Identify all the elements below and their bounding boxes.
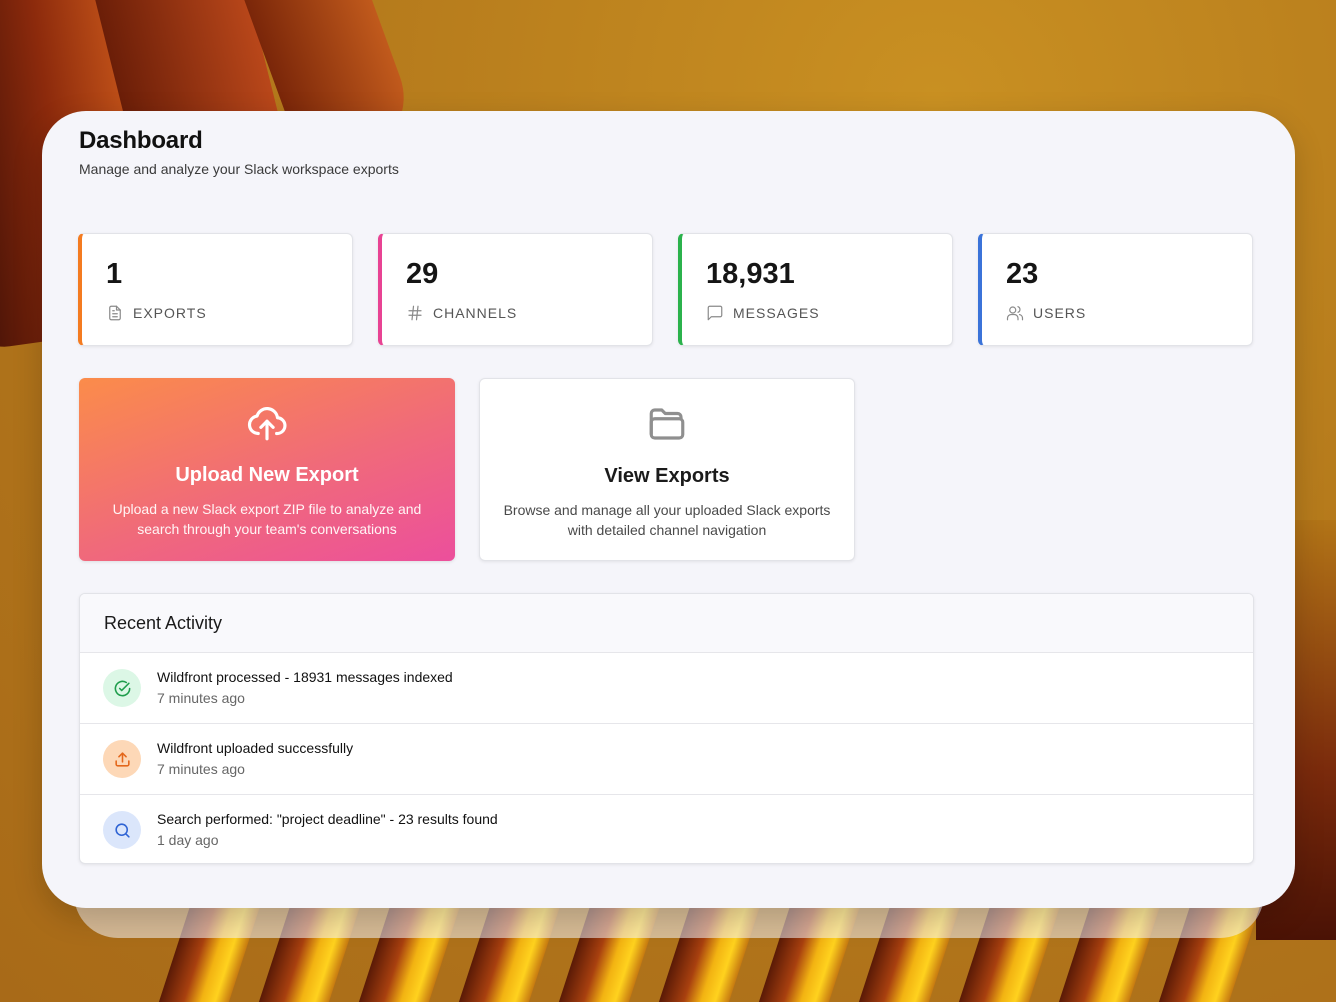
stat-label-row: CHANNELS: [406, 304, 517, 322]
hash-icon: [408, 305, 422, 321]
upload-new-export-card[interactable]: Upload New Export Upload a new Slack exp…: [79, 378, 455, 561]
activity-text: Wildfront processed - 18931 messages ind…: [157, 669, 453, 685]
activity-time: 1 day ago: [157, 832, 219, 848]
upload-card-title: Upload New Export: [175, 464, 359, 486]
activity-icon-badge: [103, 740, 141, 778]
recent-activity-panel: Recent Activity Wildfront processed - 18…: [79, 593, 1254, 864]
stat-label: EXPORTS: [133, 305, 207, 321]
upload-card-description: Upload a new Slack export ZIP file to an…: [112, 501, 422, 537]
activity-item[interactable]: Wildfront uploaded successfully 7 minute…: [80, 724, 1253, 795]
search-icon: [114, 822, 130, 838]
stat-card-messages: 18,931 MESSAGES: [678, 233, 953, 346]
view-card-description: Browse and manage all your uploaded Slac…: [503, 502, 831, 538]
activity-time: 7 minutes ago: [157, 690, 245, 706]
stat-label: USERS: [1033, 305, 1087, 321]
check-circle-icon: [114, 680, 130, 696]
activity-item[interactable]: Wildfront processed - 18931 messages ind…: [80, 653, 1253, 724]
stat-label-row: MESSAGES: [706, 304, 820, 322]
stat-label: MESSAGES: [733, 305, 820, 321]
stat-card-channels: 29 CHANNELS: [378, 233, 653, 346]
upload-icon: [114, 751, 130, 767]
activity-icon-badge: [103, 811, 141, 849]
document-icon: [109, 305, 121, 321]
stat-value: 23: [1006, 258, 1039, 290]
stat-value: 18,931: [706, 258, 795, 290]
cloud-upload-icon: [247, 407, 287, 441]
stat-label-row: EXPORTS: [106, 304, 207, 322]
recent-activity-title: Recent Activity: [104, 613, 223, 633]
stat-value: 29: [406, 258, 439, 290]
stat-label: CHANNELS: [433, 305, 518, 321]
stat-value: 1: [106, 258, 123, 290]
page-subtitle: Manage and analyze your Slack workspace …: [79, 161, 399, 177]
dashboard-window: Dashboard Manage and analyze your Slack …: [42, 111, 1295, 908]
stat-label-row: USERS: [1006, 304, 1086, 322]
recent-activity-header: Recent Activity: [80, 594, 1253, 653]
activity-item[interactable]: Search performed: "project deadline" - 2…: [80, 795, 1253, 863]
activity-text: Wildfront uploaded successfully: [157, 740, 354, 756]
view-card-title: View Exports: [604, 465, 730, 487]
chat-bubble-icon: [707, 305, 723, 321]
activity-text: Search performed: "project deadline" - 2…: [157, 811, 498, 827]
activity-time: 7 minutes ago: [157, 761, 245, 777]
activity-icon-badge: [103, 669, 141, 707]
page-title: Dashboard: [79, 127, 203, 154]
view-exports-card[interactable]: View Exports Browse and manage all your …: [479, 378, 855, 561]
stat-card-exports: 1 EXPORTS: [78, 233, 353, 346]
users-icon: [1006, 306, 1024, 321]
folder-icon: [649, 408, 685, 440]
stat-card-users: 23 USERS: [978, 233, 1253, 346]
